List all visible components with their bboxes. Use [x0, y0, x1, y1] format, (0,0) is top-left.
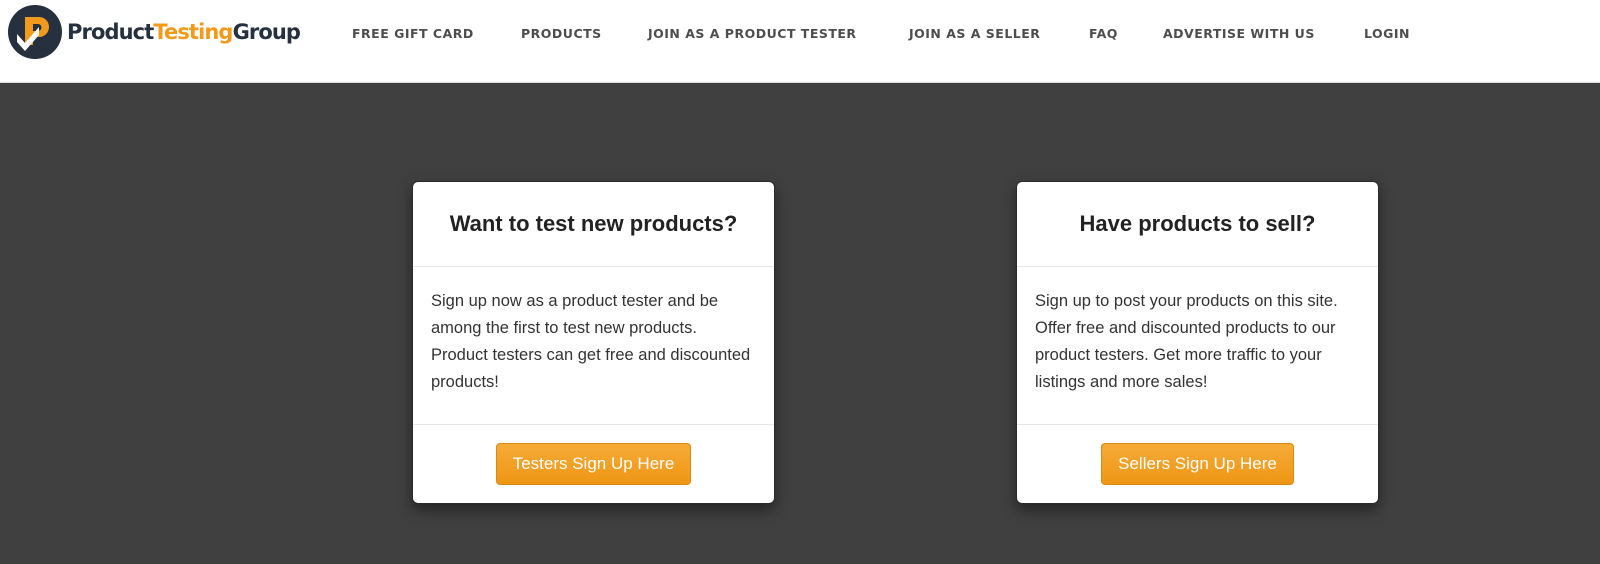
nav-faq[interactable]: FAQ [1089, 25, 1118, 43]
card-header: Want to test new products? [413, 182, 774, 267]
main-nav: FREE GIFT CARD PRODUCTS JOIN AS A PRODUC… [0, 25, 1600, 43]
nav-join-product-tester[interactable]: JOIN AS A PRODUCT TESTER [648, 25, 857, 43]
card-footer: Sellers Sign Up Here [1017, 425, 1378, 503]
nav-login[interactable]: LOGIN [1364, 25, 1410, 43]
card-description: Sign up now as a product tester and be a… [431, 292, 751, 391]
card-footer: Testers Sign Up Here [413, 425, 774, 503]
site-header: ProductTestingGroup FREE GIFT CARD PRODU… [0, 0, 1600, 83]
card-header: Have products to sell? [1017, 182, 1378, 267]
testers-signup-button[interactable]: Testers Sign Up Here [495, 443, 692, 485]
nav-free-gift-card[interactable]: FREE GIFT CARD [352, 25, 474, 43]
tester-signup-card: Want to test new products? Sign up now a… [412, 181, 775, 504]
nav-products[interactable]: PRODUCTS [521, 25, 602, 43]
sellers-signup-button[interactable]: Sellers Sign Up Here [1101, 443, 1294, 485]
card-body: Sign up to post your products on this si… [1017, 267, 1378, 425]
seller-signup-card: Have products to sell? Sign up to post y… [1016, 181, 1379, 504]
card-title: Have products to sell? [1079, 211, 1316, 236]
card-title: Want to test new products? [449, 211, 738, 236]
nav-join-seller[interactable]: JOIN AS A SELLER [909, 25, 1040, 43]
card-description: Sign up to post your products on this si… [1035, 292, 1338, 391]
nav-advertise[interactable]: ADVERTISE WITH US [1163, 25, 1315, 43]
card-body: Sign up now as a product tester and be a… [413, 267, 774, 425]
